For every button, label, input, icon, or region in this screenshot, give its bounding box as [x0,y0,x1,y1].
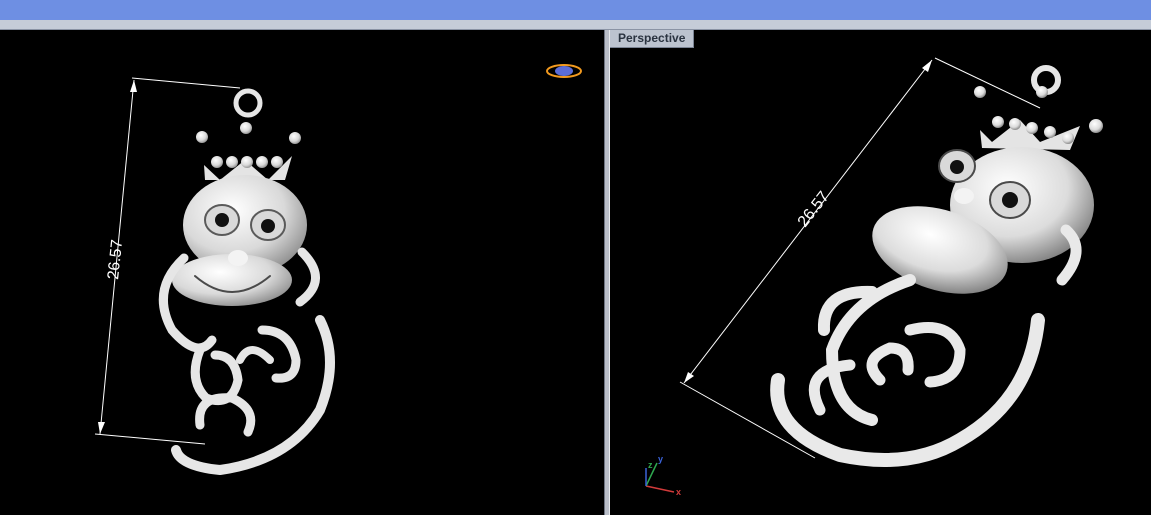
toolbar-strip [0,20,1151,30]
app-title-bar [0,0,1151,20]
monkey-pendant-front [158,88,335,476]
dimension-label-perspective: 26.57 [795,188,833,230]
orbit-icon[interactable] [546,64,582,78]
axis-y-label: y [658,454,663,464]
model-render-perspective: 26.57 x y z [645,57,1103,497]
axis-triad-icon: x y z [645,454,681,497]
viewport-front[interactable]: 26.57 [0,30,604,515]
viewport-perspective[interactable]: Perspective 26.57 x y z [610,30,1151,515]
monkey-pendant-perspective [770,65,1103,467]
axis-z-label: z [648,460,653,470]
dimension-label-front: 26.57 [105,239,126,281]
axis-x-label: x [676,487,681,497]
model-render-front: 26.57 [94,64,582,476]
